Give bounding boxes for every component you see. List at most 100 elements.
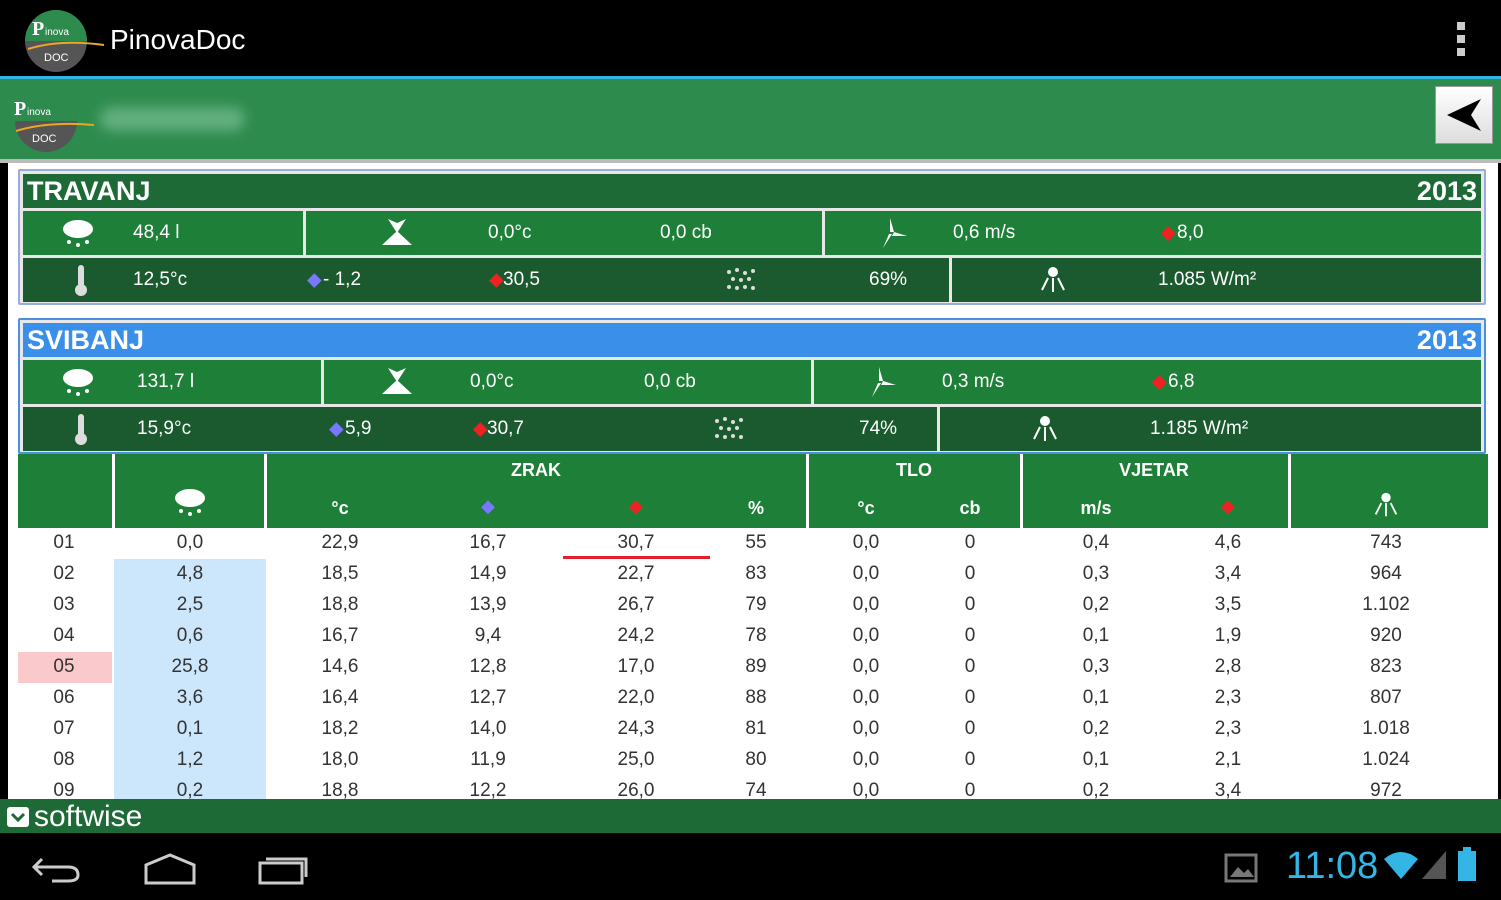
max-icon: ◆: [1152, 371, 1167, 393]
month-header: TRAVANJ 2013: [23, 174, 1481, 208]
wind-speed-value: 0,2: [1082, 594, 1110, 615]
rain-value: 0,2: [176, 780, 204, 799]
recents-nav-icon[interactable]: [256, 853, 310, 885]
daily-table[interactable]: ZRAK TLO VJETAR °c ◆ ◆ % °c cb m/s ◆ 01 0…: [18, 454, 1488, 799]
rain-value: 25,8: [171, 656, 209, 677]
wind-max-value: 3,4: [1214, 563, 1242, 584]
app-title: PinovaDoc: [110, 24, 246, 55]
header-air: ZRAK: [511, 460, 561, 480]
header-soil-temp: °c: [857, 498, 875, 518]
soil-temp-value: 0,0: [852, 656, 880, 677]
radiation-value: 1.102: [1362, 594, 1410, 615]
rain-value: 1,2: [176, 749, 204, 770]
table-row[interactable]: 07 0,1 18,2 14,0 24,3 81 0,0 0 0,2 2,3 1.018: [18, 714, 1488, 745]
soil-temp-value: 0,0: [852, 749, 880, 770]
table-row[interactable]: 03 2,5 18,8 13,9 26,7 79 0,0 0 0,2 3,5 1.102: [18, 590, 1488, 621]
back-nav-icon[interactable]: [32, 853, 82, 883]
table-row[interactable]: 04 0,6 16,7 9,4 24,2 78 0,0 0 0,1 1,9 920: [18, 621, 1488, 652]
radiation-value: 823: [1370, 656, 1402, 677]
header-soil: TLO: [896, 460, 932, 480]
day-value: 01: [53, 532, 75, 553]
wind-max-value: 2,3: [1214, 718, 1242, 739]
home-nav-icon[interactable]: [142, 851, 198, 885]
table-row[interactable]: 06 3,6 16,4 12,7 22,0 88 0,0 0 0,1 2,3 807: [18, 683, 1488, 714]
radiation-value: 964: [1370, 563, 1402, 584]
table-row[interactable]: 02 4,8 18,5 14,9 22,7 83 0,0 0 0,3 3,4 964: [18, 559, 1488, 590]
month-year: 2013: [1416, 324, 1477, 355]
soil-cb-value: 0: [964, 563, 976, 584]
soil-cell: 0,0°c 0,0 cb: [306, 211, 822, 255]
radiation-cell: 1.085 W/m²: [952, 258, 1481, 302]
overflow-menu-icon[interactable]: [1455, 22, 1467, 56]
max-icon: ◆: [1161, 222, 1176, 244]
month-name: SVIBANJ: [27, 324, 145, 355]
radiation-value: 1.018: [1362, 718, 1410, 739]
month-year: 2013: [1416, 175, 1477, 206]
table-header: ZRAK TLO VJETAR °c ◆ ◆ % °c cb m/s ◆: [18, 454, 1488, 528]
air-temp-value: 16,4: [321, 687, 359, 708]
soil-temp-value: 0,0: [852, 718, 880, 739]
rain-value: 0,6: [176, 625, 204, 646]
soil-cb-value: 0,0 cb: [644, 371, 696, 392]
air-temp-value: 16,7: [321, 625, 359, 646]
humidity-value: 78: [745, 625, 767, 646]
month-summary-travanj[interactable]: TRAVANJ 2013 48,4 l 0,0°c 0,0 cb 0,6 m/s…: [18, 169, 1486, 305]
header-wind-speed: m/s: [1080, 498, 1112, 518]
rain-cloud-icon: [175, 489, 205, 516]
air-max-value: 24,3: [617, 718, 655, 739]
radiation-value: 972: [1370, 780, 1402, 799]
soil-cb-value: 0: [964, 687, 976, 708]
air-temp-value: 22,9: [321, 532, 359, 553]
radiation-sun-icon: [1374, 492, 1398, 517]
action-bar: P inova DOC PinovaDoc: [0, 0, 1501, 76]
svg-text:DOC: DOC: [32, 133, 57, 145]
table-row[interactable]: 05 25,8 14,6 12,8 17,0 89 0,0 0 0,3 2,8 823: [18, 652, 1488, 683]
wind-turbine-icon: [883, 218, 907, 248]
humidity-value: 88: [745, 687, 767, 708]
radiation-value: 743: [1370, 532, 1402, 553]
rain-value: 0,0: [176, 532, 204, 553]
summary-row: 48,4 l 0,0°c 0,0 cb 0,6 m/s ◆ 8,0: [23, 211, 1481, 255]
soil-cb-value: 0: [964, 749, 976, 770]
table-row[interactable]: 01 0,0 22,9 16,7 30,7 55 0,0 0 0,4 4,6 743: [18, 528, 1488, 559]
soil-cb-value: 0: [964, 532, 976, 553]
air-max-value: 26,7: [617, 594, 655, 615]
rain-value: 48,4 l: [133, 222, 180, 243]
humidity-value: 74: [745, 780, 767, 799]
max-icon: ◆: [629, 496, 643, 516]
wind-max-value: 2,3: [1214, 687, 1242, 708]
soil-cb-value: 0: [964, 594, 976, 615]
humidity-value: 81: [745, 718, 767, 739]
back-button[interactable]: [1435, 86, 1493, 144]
day-value: 02: [53, 563, 75, 584]
air-max-value: 22,0: [617, 687, 655, 708]
wind-speed-value: 0,4: [1082, 532, 1110, 553]
month-summary-svibanj[interactable]: SVIBANJ 2013 131,7 l 0,0°c 0,0 cb 0,3 m/…: [18, 318, 1486, 454]
wind-max-value: 3,4: [1214, 780, 1242, 799]
air-min-value: 14,9: [469, 563, 507, 584]
month-header: SVIBANJ 2013: [23, 323, 1481, 357]
soil-sprout-icon: [382, 368, 412, 394]
svg-text:inova: inova: [45, 27, 69, 38]
rain-value: 0,1: [176, 718, 204, 739]
radiation-value: 807: [1370, 687, 1402, 708]
air-max-value: 26,0: [617, 780, 655, 799]
wind-speed-value: 0,3: [1082, 563, 1110, 584]
air-max-value: 24,2: [617, 625, 655, 646]
svg-text:P: P: [32, 18, 44, 40]
battery-icon: [1458, 847, 1476, 881]
thermometer-icon: [75, 414, 87, 445]
day-value: 09: [53, 780, 75, 799]
back-arrow-icon: [1447, 99, 1481, 131]
footer-brand-text: softwise: [34, 800, 143, 833]
header-wind: VJETAR: [1119, 460, 1189, 480]
soil-temp-value: 0,0: [852, 780, 880, 799]
air-min-value: 9,4: [474, 625, 502, 646]
radiation-sun-icon: [1041, 267, 1065, 292]
table-row[interactable]: 09 0,2 18,8 12,2 26,0 74 0,0 0 0,2 3,4 972: [18, 776, 1488, 799]
humidity-value: 80: [745, 749, 767, 770]
content-area[interactable]: TRAVANJ 2013 48,4 l 0,0°c 0,0 cb 0,6 m/s…: [8, 163, 1498, 799]
humidity-icon: [727, 268, 755, 290]
summary-row: 15,9°c ◆ 5,9 ◆ 30,7 74% 1.185 W/m²: [23, 407, 1481, 451]
table-row[interactable]: 08 1,2 18,0 11,9 25,0 80 0,0 0 0,1 2,1 1.024: [18, 745, 1488, 776]
